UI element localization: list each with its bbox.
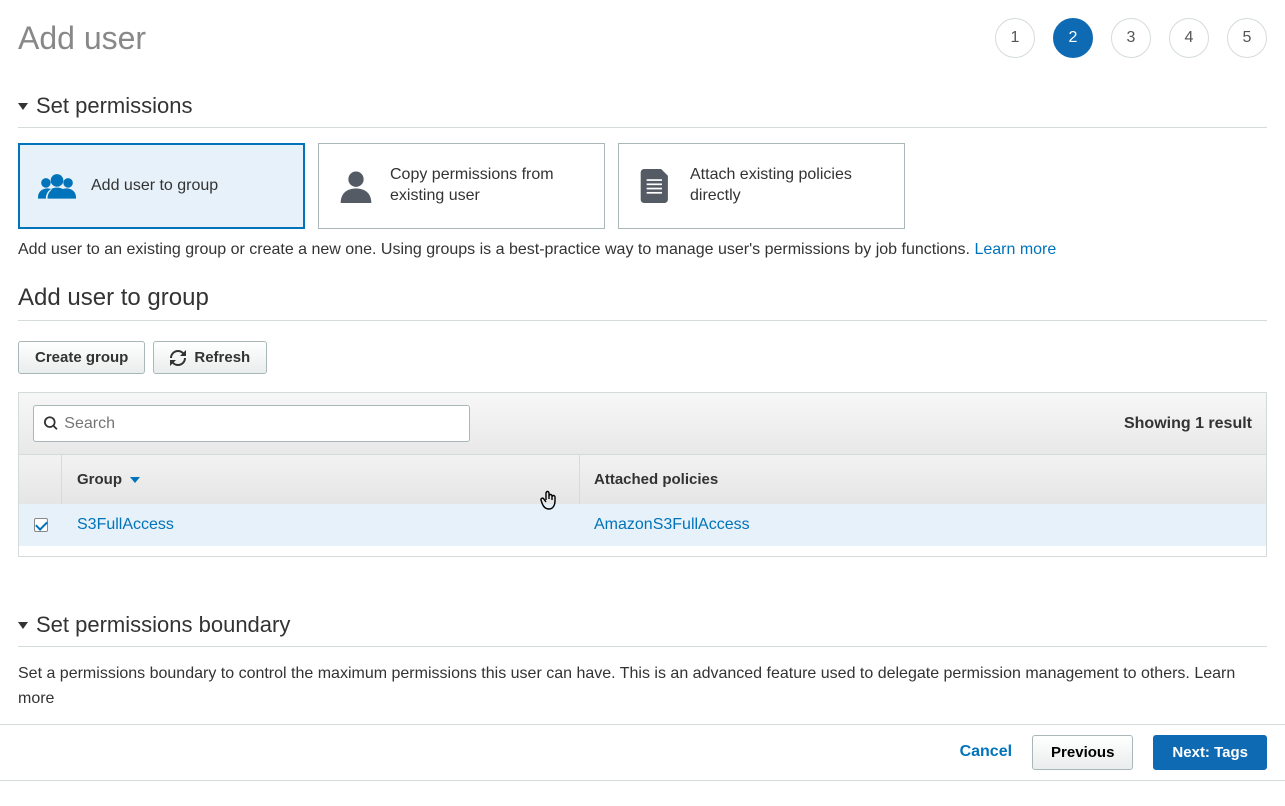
result-count: Showing 1 result xyxy=(1124,415,1252,433)
caret-down-icon xyxy=(18,622,28,629)
caret-down-icon xyxy=(18,103,28,110)
create-group-button[interactable]: Create group xyxy=(18,341,145,374)
page-title: Add user xyxy=(18,20,146,57)
search-icon xyxy=(44,416,58,431)
card-label: Attach existing policies directly xyxy=(690,165,886,207)
group-link[interactable]: S3FullAccess xyxy=(77,516,174,533)
card-label: Add user to group xyxy=(91,176,218,197)
groups-table: Showing 1 result Group Attached policies… xyxy=(18,392,1267,557)
permissions-description: Add user to an existing group or create … xyxy=(18,241,1267,259)
users-icon xyxy=(38,169,76,203)
boundary-description: Set a permissions boundary to control th… xyxy=(18,662,1267,712)
card-add-user-to-group[interactable]: Add user to group xyxy=(18,143,305,229)
card-copy-permissions[interactable]: Copy permissions from existing user xyxy=(318,143,605,229)
step-1[interactable]: 1 xyxy=(995,18,1035,58)
refresh-icon xyxy=(170,350,186,366)
row-checkbox[interactable] xyxy=(34,518,48,532)
footer: Cancel Previous Next: Tags xyxy=(0,724,1285,781)
cancel-button[interactable]: Cancel xyxy=(960,743,1012,761)
step-2[interactable]: 2 xyxy=(1053,18,1093,58)
column-policies[interactable]: Attached policies xyxy=(580,455,1266,504)
add-user-to-group-title: Add user to group xyxy=(18,284,1267,321)
search-input[interactable] xyxy=(64,415,459,433)
policy-link[interactable]: AmazonS3FullAccess xyxy=(594,516,750,533)
previous-button[interactable]: Previous xyxy=(1032,735,1133,770)
refresh-button[interactable]: Refresh xyxy=(153,341,267,374)
learn-more-link[interactable]: Learn more xyxy=(974,241,1056,258)
set-permissions-header[interactable]: Set permissions xyxy=(18,93,1267,128)
step-indicator: 1 2 3 4 5 xyxy=(995,18,1267,58)
set-boundary-title: Set permissions boundary xyxy=(36,612,290,638)
card-attach-policies[interactable]: Attach existing policies directly xyxy=(618,143,905,229)
sort-caret-icon xyxy=(130,477,140,483)
set-permissions-title: Set permissions xyxy=(36,93,193,119)
search-box[interactable] xyxy=(33,405,470,442)
table-row: S3FullAccess AmazonS3FullAccess xyxy=(19,504,1266,546)
set-boundary-header[interactable]: Set permissions boundary xyxy=(18,612,1267,647)
card-label: Copy permissions from existing user xyxy=(390,165,586,207)
step-5[interactable]: 5 xyxy=(1227,18,1267,58)
step-3[interactable]: 3 xyxy=(1111,18,1151,58)
step-4[interactable]: 4 xyxy=(1169,18,1209,58)
person-icon xyxy=(337,169,375,203)
next-button[interactable]: Next: Tags xyxy=(1153,735,1267,770)
document-icon xyxy=(637,169,675,203)
column-group[interactable]: Group xyxy=(62,455,580,504)
